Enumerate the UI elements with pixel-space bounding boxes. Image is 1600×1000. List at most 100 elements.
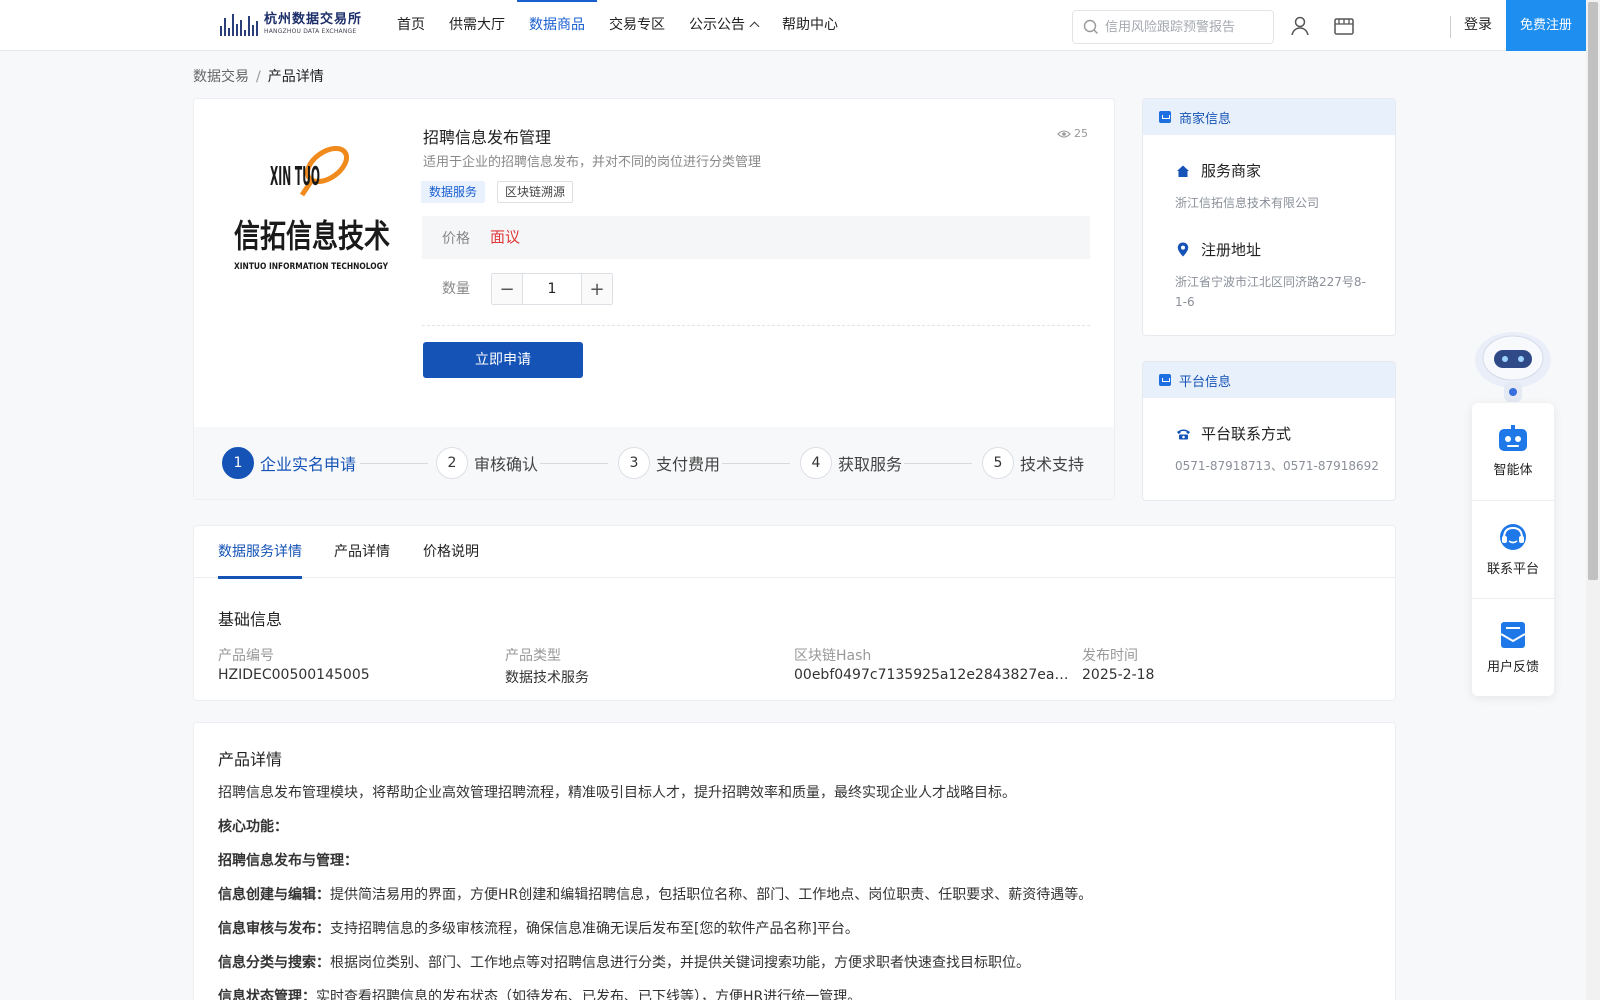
platform-info-header: 平台信息 xyxy=(1143,362,1395,398)
floating-tools-panel: 智能体 联系平台 用户反馈 xyxy=(1472,403,1554,696)
step-2: 2 审核确认 xyxy=(436,447,538,479)
login-link[interactable]: 登录 xyxy=(1464,0,1492,50)
nav-help-center[interactable]: 帮助中心 xyxy=(770,0,850,50)
detail-item-key: 信息审核与发布： xyxy=(218,921,330,937)
platform-info-heading: 平台信息 xyxy=(1179,374,1232,390)
logo-title: 杭州数据交易所 xyxy=(264,12,363,27)
info-card-icon xyxy=(1159,111,1171,123)
step-1-label: 企业实名申请 xyxy=(260,455,357,474)
tag-blockchain-trace: 区块链溯源 xyxy=(497,181,574,203)
home-icon xyxy=(1177,165,1189,177)
price-label: 价格 xyxy=(442,231,470,247)
step-2-label: 审核确认 xyxy=(474,455,539,474)
tab-product-detail[interactable]: 产品详情 xyxy=(334,526,390,578)
robot-icon xyxy=(1499,425,1527,451)
detail-item-value: 支持招聘信息的多级审核流程，确保信息准确无误后发布至[您的软件产品名称]平台。 xyxy=(330,921,859,937)
logo-bars-icon xyxy=(220,12,258,36)
plus-button[interactable]: + xyxy=(582,274,612,304)
basic-info-card: 数据服务详情 产品详情 价格说明 基础信息 产品编号 HZIDEC0050014… xyxy=(193,525,1396,701)
logo-en-text: XINTUO INFORMATION TECHNOLOGY xyxy=(234,262,388,272)
minus-button[interactable]: − xyxy=(492,274,522,304)
apply-now-button[interactable]: 立即申请 xyxy=(423,342,583,378)
detail-item-key: 信息分类与搜索： xyxy=(218,955,330,971)
detail-item-value: 实时查看招聘信息的发布状态（如待发布、已发布、已下线等），方便HR进行统一管理。 xyxy=(316,989,862,1000)
detail-tabs: 数据服务详情 产品详情 价格说明 xyxy=(194,526,1395,579)
product-id-value: HZIDEC00500145005 xyxy=(218,667,370,683)
search-icon xyxy=(1083,19,1098,34)
plus-icon: + xyxy=(589,278,605,300)
core-functions-label: 核心功能： xyxy=(218,819,288,835)
logo-latin-1: XIN TUO xyxy=(270,162,320,192)
product-id-label: 产品编号 xyxy=(218,648,274,664)
location-pin-icon xyxy=(1177,242,1189,257)
publish-manage-label: 招聘信息发布与管理： xyxy=(218,853,358,869)
tab-data-service-detail[interactable]: 数据服务详情 xyxy=(218,526,302,579)
register-button[interactable]: 免费注册 xyxy=(1506,0,1586,51)
logo-subtitle: HANGZHOU DATA EXCHANGE xyxy=(264,28,357,35)
detail-item: 信息分类与搜索：根据岗位类别、部门、工作地点等对招聘信息进行分类，并提供关键词搜… xyxy=(218,952,1030,972)
tab-price-info[interactable]: 价格说明 xyxy=(423,526,479,578)
logo-cn-text: 信拓信息技术 xyxy=(234,217,390,255)
user-feedback-button[interactable]: 用户反馈 xyxy=(1472,599,1554,696)
step-connector xyxy=(360,463,428,464)
step-3-label: 支付费用 xyxy=(656,455,721,474)
detail-item-value: 提供简洁易用的界面，方便HR创建和编辑招聘信息，包括职位名称、部门、工作地点、岗… xyxy=(330,887,1093,903)
core-functions-heading: 核心功能： xyxy=(218,816,288,836)
price-value: 面议 xyxy=(490,228,521,246)
ai-agent-button[interactable]: 智能体 xyxy=(1472,403,1554,500)
nav-announcements-label: 公示公告 xyxy=(689,17,745,33)
step-5: 5 技术支持 xyxy=(982,447,1084,479)
site-logo[interactable]: 杭州数据交易所 HANGZHOU DATA EXCHANGE xyxy=(220,12,362,36)
platform-info-card: 平台信息 平台联系方式 0571-87918713、0571-87918692 xyxy=(1142,361,1396,501)
chevron-up-icon xyxy=(749,21,760,32)
top-header: 杭州数据交易所 HANGZHOU DATA EXCHANGE 首页 供需大厅 数… xyxy=(0,0,1586,51)
nav-announcements[interactable]: 公示公告 xyxy=(677,0,770,50)
quantity-value[interactable]: 1 xyxy=(522,274,582,304)
registered-address-label: 注册地址 xyxy=(1201,241,1262,259)
breadcrumb-root[interactable]: 数据交易 xyxy=(193,69,249,85)
quantity-stepper[interactable]: − 1 + xyxy=(491,273,613,305)
robot-mascot-icon[interactable] xyxy=(1470,324,1556,404)
merchant-info-heading: 商家信息 xyxy=(1179,111,1232,127)
feedback-icon xyxy=(1500,622,1526,648)
search-box[interactable] xyxy=(1072,10,1274,44)
product-detail-card: 产品详情 招聘信息发布管理模块，将帮助企业高效管理招聘流程，精准吸引目标人才，提… xyxy=(193,722,1396,1000)
scrollbar-thumb[interactable] xyxy=(1588,2,1598,580)
process-steps: 1 企业实名申请 2 审核确认 3 支付费用 4 获取服务 5 技术支持 xyxy=(194,427,1114,499)
nav-data-products[interactable]: 数据商品 xyxy=(517,0,597,50)
service-merchant-label: 服务商家 xyxy=(1201,162,1262,180)
user-icon[interactable] xyxy=(1288,14,1312,38)
detail-intro: 招聘信息发布管理模块，将帮助企业高效管理招聘流程，精准吸引目标人才，提升招聘效率… xyxy=(218,785,1016,801)
registered-address-title: 注册地址 xyxy=(1175,239,1261,260)
product-title: 招聘信息发布管理 xyxy=(423,128,552,147)
publish-date-label: 发布时间 xyxy=(1082,648,1138,664)
user-feedback-label: 用户反馈 xyxy=(1486,660,1539,675)
step-5-number: 5 xyxy=(982,447,1014,479)
search-input[interactable] xyxy=(1105,19,1265,35)
dashed-divider xyxy=(422,325,1090,326)
platform-contact-value: 0571-87918713、0571-87918692 xyxy=(1175,459,1379,473)
detail-item: 信息审核与发布：支持招聘信息的多级审核流程，确保信息准确无误后发布至[您的软件产… xyxy=(218,918,859,938)
step-1: 1 企业实名申请 xyxy=(222,447,356,479)
detail-item-key: 信息创建与编辑： xyxy=(218,887,330,903)
step-connector xyxy=(722,463,790,464)
page-scrollbar[interactable] xyxy=(1586,0,1600,1000)
quantity-label: 数量 xyxy=(442,281,470,297)
service-merchant-value: 浙江信拓信息技术有限公司 xyxy=(1175,196,1320,210)
nav-home[interactable]: 首页 xyxy=(385,0,437,50)
store-icon[interactable] xyxy=(1332,14,1356,38)
product-type-value: 数据技术服务 xyxy=(505,670,589,686)
step-connector xyxy=(904,463,972,464)
contact-platform-button[interactable]: 联系平台 xyxy=(1472,501,1554,598)
step-3-number: 3 xyxy=(618,447,650,479)
nav-supply-demand[interactable]: 供需大厅 xyxy=(437,0,517,50)
step-3: 3 支付费用 xyxy=(618,447,720,479)
phone-icon xyxy=(1176,429,1190,439)
product-logo: XIN TUO 信拓信息技术 XINTUO INFORMATION TECHNO… xyxy=(232,135,392,285)
tag-data-service: 数据服务 xyxy=(421,181,486,203)
product-type-label: 产品类型 xyxy=(505,648,561,664)
main-nav: 首页 供需大厅 数据商品 交易专区 公示公告 帮助中心 xyxy=(385,0,850,50)
nav-trade-zone[interactable]: 交易专区 xyxy=(597,0,677,50)
header-divider xyxy=(1450,16,1451,38)
merchant-info-header: 商家信息 xyxy=(1143,99,1395,135)
